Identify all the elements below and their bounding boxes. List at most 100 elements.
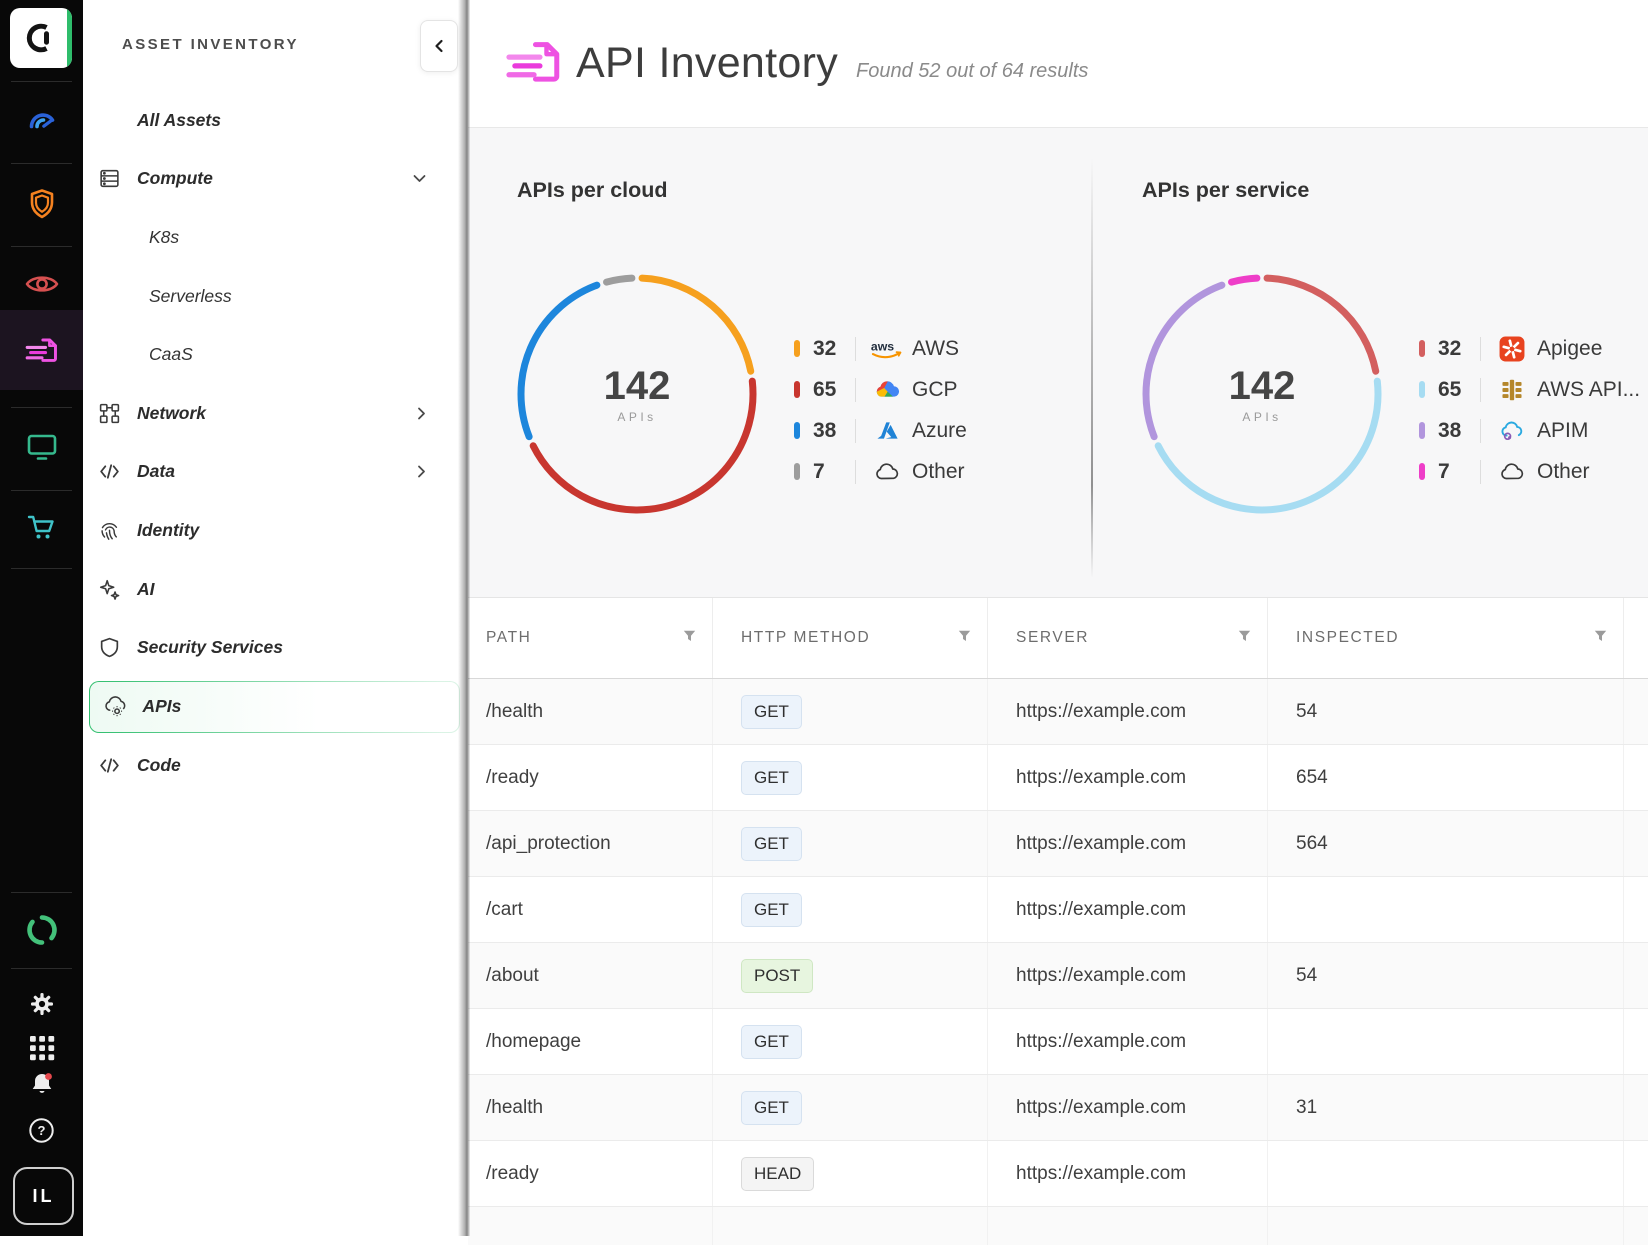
sidebar-title: ASSET INVENTORY xyxy=(122,36,299,53)
legend-item[interactable]: 38Azure xyxy=(794,410,967,451)
legend-item[interactable]: 7Other xyxy=(1419,451,1640,492)
stub-cell xyxy=(1624,1207,1648,1245)
http-method-badge: GET xyxy=(741,1025,802,1059)
filter-icon[interactable] xyxy=(1594,629,1607,647)
filter-icon[interactable] xyxy=(683,629,696,647)
help-icon[interactable]: ? xyxy=(0,1110,83,1150)
legend-color-marker xyxy=(794,381,800,398)
sidebar-item-code[interactable]: Code xyxy=(83,737,460,796)
fingerprint-icon xyxy=(96,519,123,542)
http-method-badge: GET xyxy=(741,893,802,927)
orca-logo[interactable] xyxy=(10,8,72,68)
sidebar-item-label: Network xyxy=(137,403,206,424)
server-cell: https://example.com xyxy=(1016,767,1186,789)
cloud-outline xyxy=(1495,462,1529,482)
cloud-gear-icon xyxy=(102,695,129,718)
user-avatar[interactable]: IL xyxy=(13,1167,74,1225)
sidebar-item-label: AI xyxy=(137,579,155,600)
page-header: API Inventory Found 52 out of 64 results xyxy=(468,0,1648,128)
legend-item[interactable]: 7Other xyxy=(794,451,967,492)
discovery-eye-icon[interactable] xyxy=(0,264,83,304)
shield-outline-icon xyxy=(96,636,123,659)
page-title: API Inventory xyxy=(576,39,838,88)
sidebar-item-all-assets[interactable]: All Assets xyxy=(83,91,460,150)
sidebar-item-identity[interactable]: Identity xyxy=(83,501,460,560)
legend-item[interactable]: 65GCP xyxy=(794,369,967,410)
logo-accent-bar xyxy=(67,8,72,68)
legend-color-marker xyxy=(1419,422,1425,439)
http-method-badge: GET xyxy=(741,1091,802,1125)
donut-chart: 142APIs xyxy=(511,268,763,520)
table-row[interactable]: /readyGEThttps://example.com654 xyxy=(468,745,1648,811)
rail-divider xyxy=(11,246,72,247)
title-row: API Inventory Found 52 out of 64 results xyxy=(576,39,1088,88)
legend-item[interactable]: 38APIM xyxy=(1419,410,1640,451)
api-inventory-icon[interactable] xyxy=(0,330,83,370)
legend-item[interactable]: 65AWS API... xyxy=(1419,369,1640,410)
cloud-outline xyxy=(870,462,904,482)
sidebar-item-network[interactable]: Network xyxy=(83,384,460,443)
rail-divider xyxy=(11,407,72,408)
apis-per-cloud-panel: APIs per cloud142APIs32awsAWS65GCP38Azur… xyxy=(468,128,1091,597)
alerts-gauge-icon[interactable] xyxy=(0,100,83,140)
sidebar-item-serverless[interactable]: Serverless xyxy=(83,267,460,326)
api-inventory-page-icon xyxy=(500,38,568,90)
table-body: /healthGEThttps://example.com54/readyGET… xyxy=(468,679,1648,1245)
path-cell: /about xyxy=(486,965,539,987)
sidebar-item-ai[interactable]: AI xyxy=(83,560,460,619)
sidebar-item-caas[interactable]: CaaS xyxy=(83,325,460,384)
legend-color-marker xyxy=(1419,340,1425,357)
http-method-badge: GET xyxy=(741,827,802,861)
orca-ring-icon[interactable] xyxy=(0,910,83,950)
api-table: PATHHTTP METHODSERVERINSPECTED /healthGE… xyxy=(468,597,1648,1236)
path-cell: /cart xyxy=(486,899,523,921)
rail-divider xyxy=(11,568,72,569)
column-header-stub xyxy=(1624,598,1648,678)
rail-divider xyxy=(11,163,72,164)
table-row[interactable]: /cartGEThttps://example.com xyxy=(468,877,1648,943)
table-row[interactable]: /homepageGEThttps://example.com xyxy=(468,1009,1648,1075)
sidebar-item-security-services[interactable]: Security Services xyxy=(83,618,460,677)
filter-icon[interactable] xyxy=(1238,629,1251,647)
table-row[interactable]: /aboutPOSThttps://example.com54 xyxy=(468,943,1648,1009)
inspected-cell: 31 xyxy=(1296,1097,1317,1119)
code-icon xyxy=(96,460,123,483)
sidebar-nav: All AssetsComputeK8sServerlessCaaS Networ… xyxy=(83,91,460,795)
marketplace-cart-icon[interactable] xyxy=(0,507,83,547)
shield-icon[interactable] xyxy=(0,185,83,225)
settings-icon[interactable] xyxy=(0,984,83,1024)
servers-icon xyxy=(96,167,123,190)
network-icon xyxy=(96,402,123,425)
sidebar-item-compute[interactable]: Compute xyxy=(83,150,460,209)
legend-count: 65 xyxy=(1438,378,1474,402)
legend-item[interactable]: 32awsAWS xyxy=(794,328,967,369)
http-method-badge: POST xyxy=(741,959,813,993)
sidebar-item-apis[interactable]: APIs xyxy=(89,681,460,733)
column-label: INSPECTED xyxy=(1296,629,1399,647)
legend-divider xyxy=(855,378,856,402)
column-label: SERVER xyxy=(1016,629,1089,647)
legend-divider xyxy=(1480,460,1481,484)
sidebar-collapse-button[interactable] xyxy=(420,20,458,72)
sidebar-item-k8s[interactable]: K8s xyxy=(83,208,460,267)
table-row[interactable]: /readyHEADhttps://example.com xyxy=(468,1141,1648,1207)
sidebar-item-data[interactable]: Data xyxy=(83,443,460,502)
chart-legend: 32Apigee65AWS API...38APIM7Other xyxy=(1419,328,1640,492)
stub-cell xyxy=(1268,1207,1624,1245)
legend-item[interactable]: 32Apigee xyxy=(1419,328,1640,369)
apps-grid-icon[interactable] xyxy=(0,1028,83,1068)
column-header-server: SERVER xyxy=(988,598,1268,678)
table-row[interactable]: /api_protectionGEThttps://example.com564 xyxy=(468,811,1648,877)
server-cell: https://example.com xyxy=(1016,1163,1186,1185)
inspected-cell: 654 xyxy=(1296,767,1328,789)
table-row[interactable]: /healthGEThttps://example.com54 xyxy=(468,679,1648,745)
notifications-icon[interactable] xyxy=(0,1064,83,1104)
filter-icon[interactable] xyxy=(958,629,971,647)
chevron-left-icon xyxy=(434,39,444,53)
apim-logo xyxy=(1495,420,1529,442)
table-row[interactable]: /healthGEThttps://example.com31 xyxy=(468,1075,1648,1141)
stub-cell xyxy=(468,1207,713,1245)
chevron-down-icon xyxy=(413,174,426,183)
stub-cell xyxy=(988,1207,1268,1245)
assets-monitor-icon[interactable] xyxy=(0,427,83,467)
